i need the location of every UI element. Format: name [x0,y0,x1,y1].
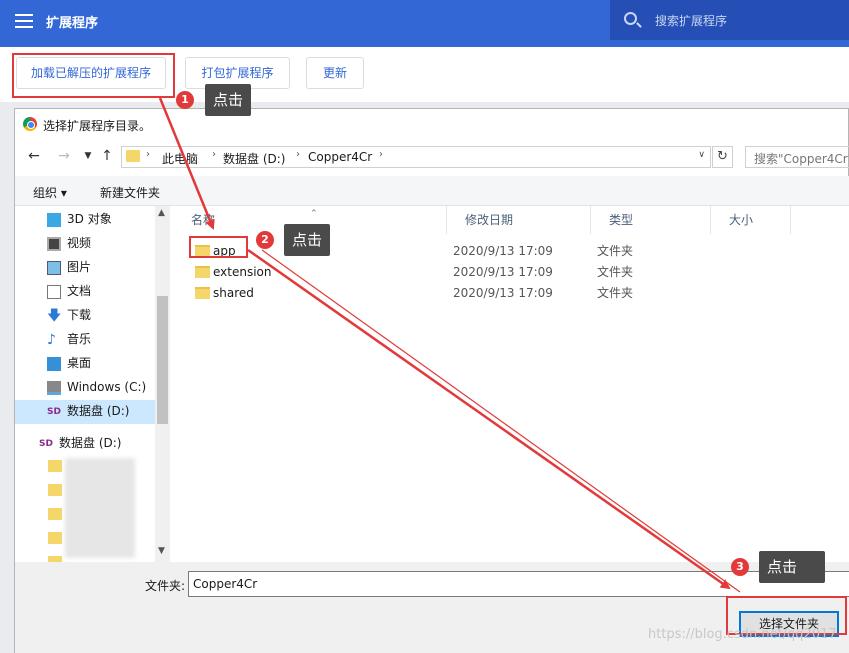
search-bar[interactable]: 搜索扩展程序 [610,0,849,40]
watermark: https://blog.csdn.net/qq2017 [648,627,837,642]
sidebar-item-label: 3D 对象 [67,212,112,226]
step-badge-1: 1 [176,91,194,109]
highlight-load-button [12,53,175,98]
scroll-up-icon[interactable]: ▲ [158,208,165,218]
folder-label: 文件夹: [145,579,186,593]
3d-objects-icon [47,213,61,227]
navigation-bar: ← → ▼ ↑ › 此电脑 › 数据盘 (D:) › Copper4Cr › ∨… [15,142,849,172]
sidebar-item-documents[interactable]: 文档 [15,280,155,304]
dialog-title: 选择扩展程序目录。 [43,119,152,133]
sidebar-item-windows-c[interactable]: Windows (C:) [15,376,155,400]
page-title: 扩展程序 [46,16,99,31]
recent-dropdown-icon[interactable]: ▼ [79,147,97,165]
desktop-icon [47,357,61,371]
file-type: 文件夹 [597,265,634,279]
up-icon[interactable]: ↑ [98,147,116,165]
command-bar: 组织 ▾ 新建文件夹 [15,176,849,206]
file-date: 2020/9/13 17:09 [453,265,553,279]
sidebar-item-data-d[interactable]: SD 数据盘 (D:) [15,400,155,424]
folder-search-input[interactable]: 搜索"Copper4Cr" [745,146,849,168]
file-date: 2020/9/13 17:09 [453,244,553,258]
sidebar-item-label: Windows (C:) [67,380,147,394]
download-icon: 🡇 [47,308,62,324]
organize-menu[interactable]: 组织 ▾ [33,184,67,201]
list-item[interactable]: extension 2020/9/13 17:09 文件夹 [183,262,803,283]
sidebar-item-label: 图片 [67,260,92,274]
file-type: 文件夹 [597,244,634,258]
chevron-down-icon[interactable]: ∨ [698,150,705,160]
highlight-app-folder [189,236,248,258]
sidebar-item-label: 数据盘 (D:) [59,436,122,450]
scrollbar-thumb[interactable] [157,296,168,424]
column-header-size[interactable]: 大小 [711,206,791,234]
breadcrumb-copper4cr[interactable]: Copper4Cr [308,150,372,164]
drive-icon [47,381,61,395]
sidebar-item-data-d-2[interactable]: SD 数据盘 (D:) [15,432,155,456]
search-placeholder: 搜索扩展程序 [655,14,728,28]
chevron-right-icon[interactable]: › [296,149,300,160]
step-badge-3: 3 [731,558,749,576]
sidebar-item-desktop[interactable]: 桌面 [15,352,155,376]
folder-icon [48,532,62,544]
sidebar-item-label: 下载 [67,308,92,322]
pictures-icon [47,261,61,275]
folder-icon [48,484,62,496]
chevron-right-icon[interactable]: › [379,149,383,160]
app-header: 扩展程序 搜索扩展程序 [0,0,849,47]
folder-name-input[interactable]: Copper4Cr [188,571,849,597]
forward-icon[interactable]: → [55,147,73,165]
sidebar-item-label: 桌面 [67,356,92,370]
refresh-icon[interactable]: ↻ [712,146,733,168]
sidebar-item-pictures[interactable]: 图片 [15,256,155,280]
list-item[interactable]: app 2020/9/13 17:09 文件夹 [183,241,803,262]
callout-step-3: 点击 [759,551,825,583]
step-badge-2: 2 [256,231,274,249]
menu-icon[interactable] [15,14,33,28]
sd-drive-icon: SD [47,407,61,417]
breadcrumb-this-pc[interactable]: 此电脑 [162,150,198,167]
column-label: 名称 [191,213,216,227]
folder-icon [195,266,210,278]
sidebar-item-downloads[interactable]: 🡇 下载 [15,304,155,328]
video-icon [47,237,61,251]
folder-icon [195,287,210,299]
music-icon: ♪ [47,332,56,348]
file-type: 文件夹 [597,286,634,300]
sidebar-item-3d-objects[interactable]: 3D 对象 [15,208,155,232]
sidebar-item-label: 音乐 [67,332,92,346]
sidebar-item-label: 文档 [67,284,92,298]
back-icon[interactable]: ← [25,147,43,165]
list-item[interactable]: shared 2020/9/13 17:09 文件夹 [183,283,803,304]
sidebar-item-video[interactable]: 视频 [15,232,155,256]
callout-step-1: 点击 [205,84,252,116]
file-date: 2020/9/13 17:09 [453,286,553,300]
address-bar[interactable]: › 此电脑 › 数据盘 (D:) › Copper4Cr › ∨ [121,146,711,168]
search-icon [624,12,637,25]
new-folder-button[interactable]: 新建文件夹 [100,184,160,201]
scroll-down-icon[interactable]: ▼ [158,546,165,556]
sd-drive-icon: SD [39,439,53,449]
documents-icon [47,285,61,299]
chrome-icon [23,117,37,131]
sidebar-item-music[interactable]: ♪ 音乐 [15,328,155,352]
folder-icon [48,508,62,520]
chevron-right-icon[interactable]: › [146,149,150,160]
column-header-date[interactable]: 修改日期 [447,206,591,234]
sidebar-scrollbar[interactable]: ▲ ▼ [155,206,170,562]
sidebar-item-label: 视频 [67,236,92,250]
breadcrumb-drive-d[interactable]: 数据盘 (D:) [223,150,285,167]
callout-step-2: 点击 [284,224,331,256]
folder-picker-dialog: 选择扩展程序目录。 ← → ▼ ↑ › 此电脑 › 数据盘 (D:) › Cop… [14,108,849,653]
file-name: extension [213,265,272,279]
folder-icon [48,460,62,472]
column-header-type[interactable]: 类型 [591,206,711,234]
sidebar-item-label: 数据盘 (D:) [67,404,130,418]
update-button[interactable]: 更新 [306,57,364,89]
navigation-pane: 3D 对象 视频 图片 文档 🡇 下载 ♪ 音乐 桌面 Windows (C:) S… [15,206,170,562]
chevron-right-icon[interactable]: › [212,149,216,160]
file-name: shared [213,286,254,300]
folder-icon [126,150,140,162]
file-list: 名称 ⌃ 修改日期 类型 大小 app 2020/9/13 17:09 文件夹 … [173,206,849,562]
redacted-area [65,458,135,558]
